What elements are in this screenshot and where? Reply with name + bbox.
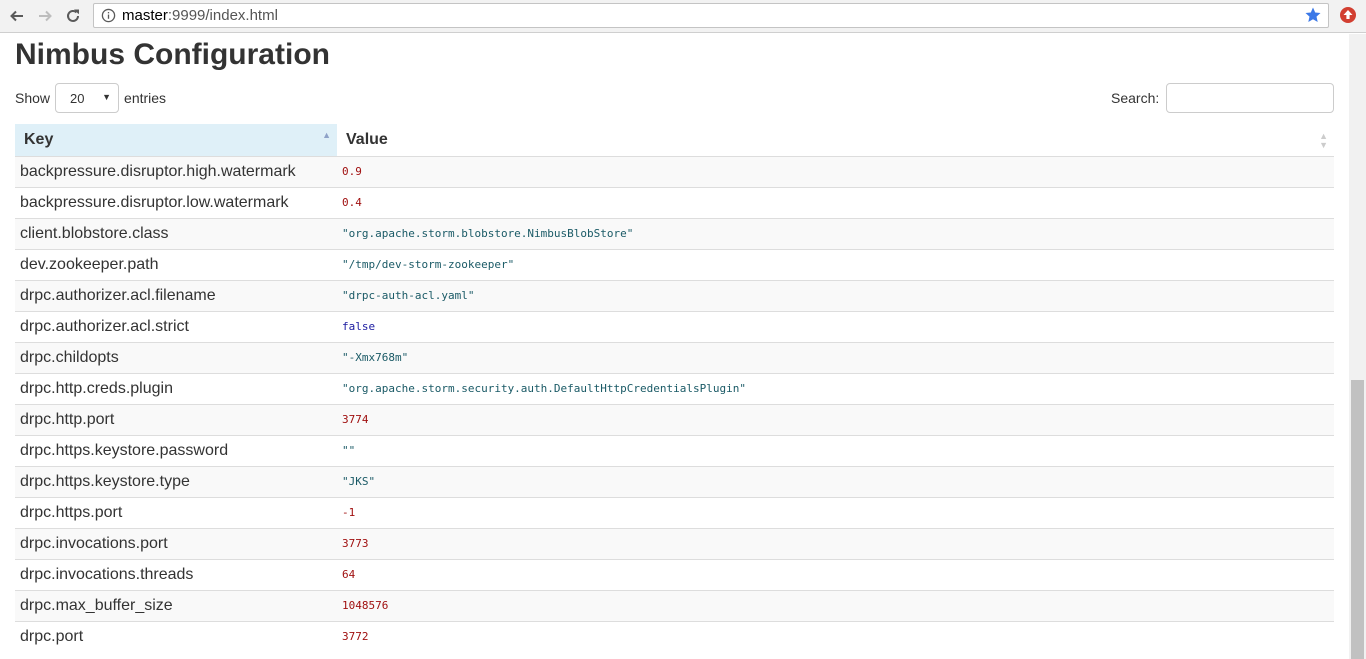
chevron-down-icon: ▼	[102, 92, 112, 102]
config-key: drpc.port	[15, 620, 337, 652]
config-table: Key ▲ Value ▲ ▼ backpressure.disruptor.hi…	[15, 124, 1334, 652]
config-value: 3772	[337, 620, 1334, 652]
config-key: drpc.https.keystore.password	[15, 434, 337, 466]
table-row: drpc.port 3772	[15, 620, 1334, 652]
table-row: drpc.https.keystore.type "JKS"	[15, 465, 1334, 497]
entries-select-value: 20	[70, 90, 85, 106]
config-value: "JKS"	[337, 465, 1334, 497]
config-value: ""	[337, 434, 1334, 466]
config-value-text: 3774	[342, 413, 369, 426]
config-key: drpc.childopts	[15, 341, 337, 373]
config-value-text: ""	[342, 444, 356, 457]
table-row: backpressure.disruptor.low.watermark 0.4	[15, 186, 1334, 218]
config-key: dev.zookeeper.path	[15, 248, 337, 280]
url-path: :9999/index.html	[167, 7, 278, 24]
config-value: "-Xmx768m"	[337, 341, 1334, 373]
config-value: 0.9	[337, 155, 1334, 187]
config-key: drpc.https.port	[15, 496, 337, 528]
scrollbar-thumb[interactable]	[1351, 380, 1364, 659]
config-value-text: false	[342, 320, 376, 333]
config-value: "drpc-auth-acl.yaml"	[337, 279, 1334, 311]
table-search: Search:	[1111, 83, 1335, 113]
table-row: drpc.https.keystore.password ""	[15, 434, 1334, 466]
config-value: false	[337, 310, 1334, 342]
column-header-value-label: Value	[346, 130, 388, 148]
config-value: 1048576	[337, 589, 1334, 621]
back-button[interactable]	[7, 6, 27, 26]
entries-select[interactable]: 20 ▼	[55, 83, 120, 113]
config-value: "/tmp/dev-storm-zookeeper"	[337, 248, 1334, 280]
show-label: Show	[15, 90, 51, 106]
search-input[interactable]	[1166, 83, 1335, 113]
entries-length-control: Show 20 ▼ entries	[15, 83, 167, 113]
config-value-text: 0.4	[342, 196, 362, 209]
config-key: drpc.http.port	[15, 403, 337, 435]
config-value-text: "/tmp/dev-storm-zookeeper"	[342, 258, 515, 271]
star-icon[interactable]	[1304, 6, 1322, 24]
arrow-left-icon	[10, 10, 23, 22]
table-row: drpc.authorizer.acl.filename "drpc-auth-a…	[15, 279, 1334, 311]
table-row: drpc.invocations.port 3773	[15, 527, 1334, 559]
search-label: Search:	[1111, 90, 1160, 106]
config-value: "org.apache.storm.security.auth.DefaultH…	[337, 372, 1334, 404]
table-row: drpc.childopts "-Xmx768m"	[15, 341, 1334, 373]
sort-ascending-icon: ▲	[322, 130, 331, 140]
config-key: drpc.max_buffer_size	[15, 589, 337, 621]
config-value: "org.apache.storm.blobstore.NimbusBlobSt…	[337, 217, 1334, 249]
config-key: backpressure.disruptor.low.watermark	[15, 186, 337, 218]
config-value-text: 0.9	[342, 165, 362, 178]
config-value-text: "org.apache.storm.security.auth.DefaultH…	[342, 382, 746, 395]
table-body: backpressure.disruptor.high.watermark 0.9…	[15, 155, 1334, 652]
config-key: drpc.authorizer.acl.filename	[15, 279, 337, 311]
config-value-text: "drpc-auth-acl.yaml"	[342, 289, 475, 302]
table-header-row: Key ▲ Value ▲ ▼	[15, 124, 1334, 157]
config-value-text: "org.apache.storm.blobstore.NimbusBlobSt…	[342, 227, 634, 240]
config-value: 3774	[337, 403, 1334, 435]
config-key: drpc.http.creds.plugin	[15, 372, 337, 404]
column-header-key[interactable]: Key ▲	[15, 124, 337, 157]
config-value-text: 3772	[342, 630, 369, 644]
table-row: drpc.max_buffer_size 1048576	[15, 589, 1334, 621]
config-value-text: 3773	[342, 537, 369, 550]
info-icon[interactable]	[101, 8, 116, 23]
config-value: -1	[337, 496, 1334, 528]
reload-icon	[67, 9, 79, 22]
sort-both-icon: ▲ ▼	[1319, 131, 1328, 150]
table-row: client.blobstore.class "org.apache.storm.…	[15, 217, 1334, 249]
config-value-text: 1048576	[342, 599, 389, 612]
config-key: drpc.invocations.threads	[15, 558, 337, 590]
config-value: 64	[337, 558, 1334, 590]
page-title: Nimbus Configuration	[15, 38, 330, 71]
table-row: backpressure.disruptor.high.watermark 0.9	[15, 155, 1334, 187]
config-value: 3773	[337, 527, 1334, 559]
config-key: backpressure.disruptor.high.watermark	[15, 155, 337, 187]
column-header-value[interactable]: Value ▲ ▼	[337, 124, 1334, 157]
table-row: drpc.http.port 3774	[15, 403, 1334, 435]
reload-button[interactable]	[63, 6, 83, 26]
table-row: drpc.http.creds.plugin "org.apache.storm.…	[15, 372, 1334, 404]
config-value-text: 64	[342, 568, 356, 581]
column-header-key-label: Key	[24, 130, 54, 148]
url-host: master	[122, 7, 168, 24]
table-row: drpc.invocations.threads 64	[15, 558, 1334, 590]
table-row: drpc.authorizer.acl.strict false	[15, 310, 1334, 342]
arrow-right-icon	[39, 10, 52, 22]
table-row: drpc.https.port -1	[15, 496, 1334, 528]
config-value: 0.4	[337, 186, 1334, 218]
entries-label: entries	[124, 90, 167, 106]
browser-toolbar: master:9999/index.html	[0, 0, 1366, 33]
config-key: drpc.invocations.port	[15, 527, 337, 559]
extension-up-arrow-icon[interactable]	[1339, 6, 1357, 24]
config-key: drpc.https.keystore.type	[15, 465, 337, 497]
config-value-text: "JKS"	[342, 475, 376, 488]
config-value-text: "-Xmx768m"	[342, 351, 409, 364]
config-key: drpc.authorizer.acl.strict	[15, 310, 337, 342]
table-row: dev.zookeeper.path "/tmp/dev-storm-zookee…	[15, 248, 1334, 280]
page-scrollbar[interactable]	[1349, 34, 1366, 659]
forward-button[interactable]	[35, 6, 55, 26]
config-value-text: -1	[342, 506, 356, 519]
url-text: master:9999/index.html	[122, 7, 278, 24]
config-key: client.blobstore.class	[15, 217, 337, 249]
address-bar[interactable]: master:9999/index.html	[93, 3, 1329, 28]
